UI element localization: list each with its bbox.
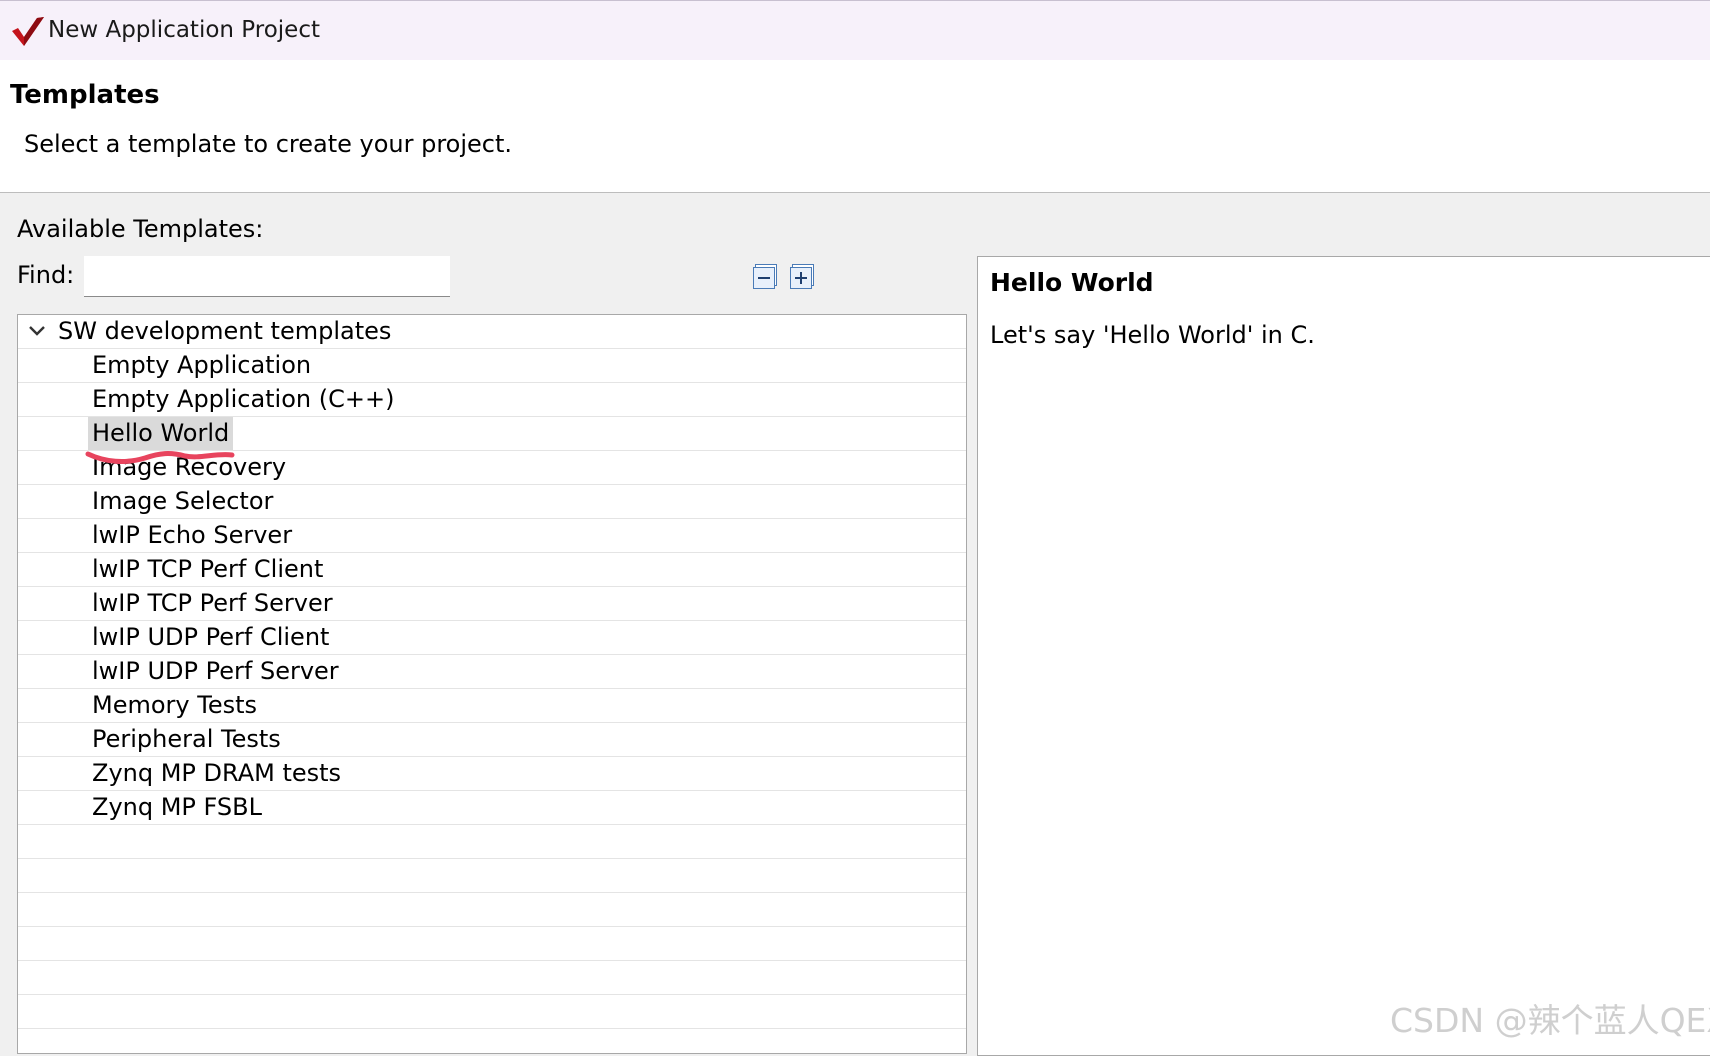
watermark: CSDN @辣个蓝人QEX — [1390, 1001, 1710, 1040]
tree-item-lwip-tcp-perf-client[interactable]: lwIP TCP Perf Client — [18, 553, 966, 587]
tree-item-zynq-mp-fsbl[interactable]: Zynq MP FSBL — [18, 791, 966, 825]
collapse-all-icon[interactable] — [752, 263, 779, 290]
tree-empty-row — [18, 1029, 966, 1053]
tree-item-zynq-mp-dram-tests[interactable]: Zynq MP DRAM tests — [18, 757, 966, 791]
templates-tree[interactable]: SW development templates Empty Applicati… — [17, 314, 967, 1054]
tree-item-label: Memory Tests — [92, 691, 257, 719]
tree-item-label: Hello World — [88, 417, 234, 450]
tree-empty-row — [18, 859, 966, 893]
tree-group-label: SW development templates — [58, 317, 392, 345]
template-description-panel: Hello World Let's say 'Hello World' in C… — [977, 256, 1710, 1056]
tree-empty-row — [18, 893, 966, 927]
chevron-down-icon[interactable] — [28, 324, 46, 338]
available-templates-label: Available Templates: — [17, 215, 264, 243]
tree-item-label: Image Recovery — [92, 453, 287, 481]
page-description: Select a template to create your project… — [24, 130, 513, 158]
tree-item-empty-application-cpp[interactable]: Empty Application (C++) — [18, 383, 966, 417]
tree-item-peripheral-tests[interactable]: Peripheral Tests — [18, 723, 966, 757]
tree-item-label: Empty Application — [92, 351, 312, 379]
tree-empty-row — [18, 927, 966, 961]
tree-item-label: lwIP UDP Perf Client — [92, 623, 330, 651]
description-title: Hello World — [990, 268, 1154, 297]
tree-item-label: Zynq MP DRAM tests — [92, 759, 342, 787]
tree-item-image-selector[interactable]: Image Selector — [18, 485, 966, 519]
find-label: Find: — [17, 261, 75, 289]
tree-item-lwip-udp-perf-server[interactable]: lwIP UDP Perf Server — [18, 655, 966, 689]
tree-group-sw-development[interactable]: SW development templates — [18, 315, 966, 349]
tree-item-label: lwIP TCP Perf Client — [92, 555, 324, 583]
tree-item-label: Zynq MP FSBL — [92, 793, 262, 821]
find-input[interactable] — [84, 256, 450, 297]
tree-item-label: lwIP Echo Server — [92, 521, 293, 549]
tree-item-empty-application[interactable]: Empty Application — [18, 349, 966, 383]
tree-item-memory-tests[interactable]: Memory Tests — [18, 689, 966, 723]
tree-empty-row — [18, 825, 966, 859]
tree-item-image-recovery[interactable]: Image Recovery — [18, 451, 966, 485]
tree-empty-row — [18, 995, 966, 1029]
tree-empty-row — [18, 961, 966, 995]
expand-all-icon[interactable] — [789, 263, 816, 290]
tree-item-lwip-tcp-perf-server[interactable]: lwIP TCP Perf Server — [18, 587, 966, 621]
tree-item-label: Image Selector — [92, 487, 274, 515]
page-title: Templates — [10, 80, 160, 110]
window-titlebar: New Application Project — [0, 0, 1710, 61]
description-text: Let's say 'Hello World' in C. — [990, 321, 1315, 349]
tree-item-lwip-udp-perf-client[interactable]: lwIP UDP Perf Client — [18, 621, 966, 655]
vitis-logo-icon — [12, 17, 44, 46]
tree-item-hello-world[interactable]: Hello World — [18, 417, 966, 451]
tree-item-label: lwIP UDP Perf Server — [92, 657, 339, 685]
wizard-header: Templates Select a template to create yo… — [0, 60, 1710, 193]
tree-item-label: Empty Application (C++) — [92, 385, 395, 413]
tree-item-lwip-echo-server[interactable]: lwIP Echo Server — [18, 519, 966, 553]
window-title: New Application Project — [48, 17, 320, 43]
tree-item-label: Peripheral Tests — [92, 725, 281, 753]
tree-item-label: lwIP TCP Perf Server — [92, 589, 333, 617]
